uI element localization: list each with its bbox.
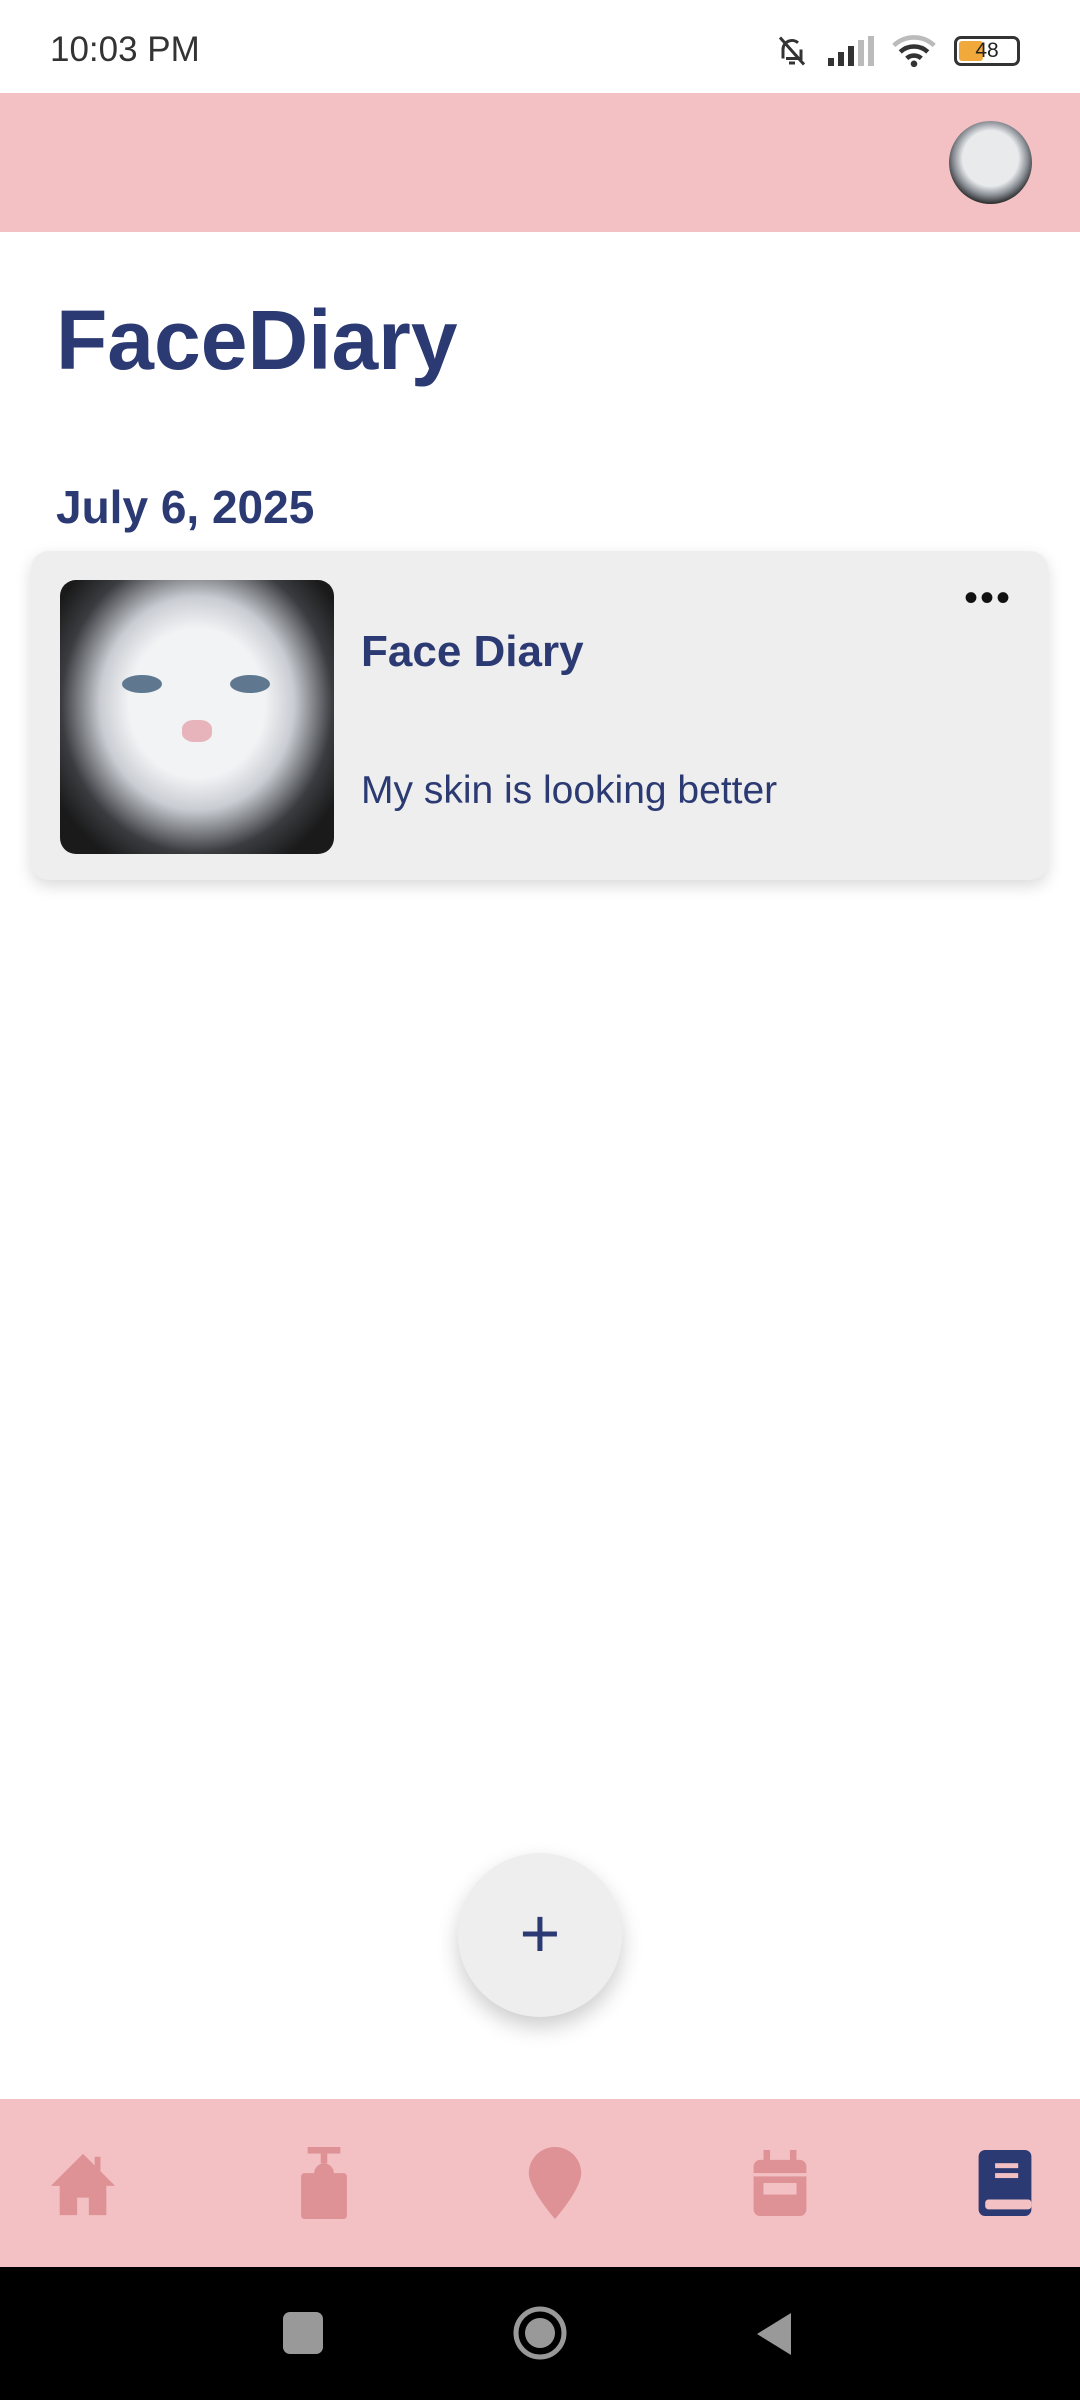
page-title: FaceDiary — [56, 293, 458, 387]
nav-products[interactable] — [288, 2147, 360, 2219]
nav-diary[interactable] — [969, 2147, 1041, 2219]
back-button[interactable] — [755, 2311, 793, 2357]
bell-off-icon — [778, 36, 806, 66]
entry-title: Face Diary — [361, 627, 584, 676]
profile-avatar[interactable] — [949, 121, 1032, 204]
diary-icon — [978, 2150, 1032, 2216]
location-icon — [528, 2147, 582, 2219]
more-options-icon[interactable]: ••• — [964, 578, 1012, 618]
calendar-icon — [753, 2150, 807, 2216]
cleanser-icon — [301, 2147, 347, 2219]
wifi-icon — [892, 35, 936, 68]
home-icon — [50, 2153, 116, 2216]
add-entry-button[interactable]: + — [458, 1853, 622, 2017]
status-time: 10:03 PM — [50, 30, 200, 69]
battery-level: 48 — [975, 39, 999, 62]
diary-entry-card[interactable]: Face Diary My skin is looking better ••• — [31, 551, 1048, 880]
status-bar: 10:03 PM 48 — [0, 0, 1080, 93]
signal-icon — [828, 36, 874, 66]
bottom-nav — [0, 2099, 1080, 2267]
battery-icon: 48 — [954, 36, 1020, 66]
recents-button[interactable] — [283, 2312, 323, 2354]
home-button[interactable] — [512, 2305, 568, 2361]
entry-date: July 6, 2025 — [56, 481, 315, 533]
app-header — [0, 93, 1080, 232]
nav-home[interactable] — [47, 2147, 119, 2219]
entry-photo — [60, 580, 334, 854]
entry-text: My skin is looking better — [361, 769, 778, 812]
nav-location[interactable] — [519, 2147, 591, 2219]
nav-calendar[interactable] — [744, 2147, 816, 2219]
system-nav-bar — [0, 2267, 1080, 2400]
